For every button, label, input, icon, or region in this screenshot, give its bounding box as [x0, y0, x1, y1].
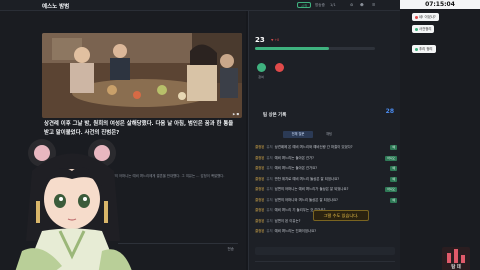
- tab-all-questions[interactable]: 전체 질문: [283, 131, 313, 138]
- question-count: 28: [385, 108, 394, 115]
- chat-username[interactable]: 결정된: [255, 208, 264, 212]
- chat-row: 결정된 유저 예비 며느리는 진짜이었나요?: [255, 226, 397, 237]
- participate-button[interactable]: [257, 63, 266, 72]
- progress-bar: [255, 47, 375, 50]
- chat-row: 결정된 유저 상견례에 온 예비 며느리와 예비신랑 간 마찰이 있었다? 예: [255, 142, 397, 153]
- answer-badge: 아니오: [385, 155, 397, 161]
- chat-username[interactable]: 결정된: [255, 177, 264, 181]
- chat-tag: 유저: [266, 166, 273, 170]
- logo-icon: [447, 249, 465, 263]
- chat-row: 결정된 유저 예비 며느리는 돌아온 건가요? 예: [255, 163, 397, 174]
- side-bubble-1[interactable]: 네! 이었나?: [412, 13, 439, 21]
- chat-tag: 유저: [266, 208, 273, 212]
- main-content: ▶ ◼ 상견례 이후 그날 밤, 원희의 여성은 살해당했다. 다음 날 아침,…: [0, 11, 246, 270]
- status-dot-icon: [415, 27, 418, 31]
- user-icon[interactable]: ☻: [360, 3, 364, 7]
- vtuber-avatar: [2, 131, 152, 270]
- chat-row: 결정된 유저 반찬 위치로 예비 며느리 돌상은 잘 되었나요? 예: [255, 174, 397, 185]
- answer-badge: 예: [390, 145, 397, 150]
- channel-logo: 탐 데: [442, 247, 470, 270]
- chat-message: 반찬 위치로 예비 며느리 돌상은 잘 되었나요?: [274, 176, 340, 181]
- status-dot-icon: [415, 15, 418, 19]
- settings-icon[interactable]: ⚙: [350, 3, 353, 7]
- chat-username[interactable]: 결정된: [255, 219, 264, 223]
- chat-username[interactable]: 결정된: [255, 145, 264, 149]
- chat-message: 예비 며느리는 진짜이었나요?: [274, 229, 316, 233]
- answer-badge: 아니오: [385, 187, 397, 192]
- side-bubble-2[interactable]: 사건정리: [412, 25, 435, 33]
- side-bubble-3[interactable]: 추리 정리: [412, 45, 436, 53]
- menu-icon[interactable]: ☰: [372, 3, 375, 7]
- chat-tag: 유저: [266, 176, 273, 181]
- chat-tag: 유저: [266, 218, 273, 223]
- chat-username[interactable]: 결정된: [255, 166, 264, 170]
- header-status: 방송중: [315, 3, 325, 7]
- chat-message: 예비 며느리는 돌아온 건가요?: [274, 166, 318, 170]
- record-icon[interactable]: [275, 63, 284, 72]
- logo-text: 탐 데: [451, 265, 461, 270]
- side-panel: 네! 이었나? 사건정리 추리 정리 탐 데: [400, 9, 480, 270]
- score-change: ▼ +8: [271, 38, 280, 42]
- answer-badge: 예: [390, 176, 397, 182]
- panel-tabs: 전체 질문 채팅: [255, 131, 395, 138]
- scene-image: ▶ ◼: [42, 33, 242, 118]
- chat-tag: 유저: [266, 187, 273, 191]
- scene-illustration: [42, 33, 242, 118]
- chat-row: 결정된 유저 예비 며느리는 돌아온 건가? 아니오: [255, 153, 397, 164]
- panel-title: 팀 상본 기록: [263, 113, 287, 118]
- chat-message: 남편이 된 이유는?: [274, 218, 301, 223]
- chat-message: 남편의 어머니는 예비 며느리가 돌상은 잘 되었나요?: [274, 187, 349, 191]
- answer-badge: 예: [390, 166, 397, 171]
- chat-tag: 유저: [266, 145, 273, 149]
- chat-username[interactable]: 결정된: [255, 187, 264, 191]
- tab-chat[interactable]: 채팅: [317, 131, 341, 138]
- header-count: 1/1: [330, 3, 336, 7]
- chat-message: 남편의 어머니와 며느리 돌상은 잘 되었나요?: [274, 197, 338, 202]
- chat-input[interactable]: [255, 247, 395, 255]
- chat-row: 결정된 유저 남편의 어머니는 예비 며느리가 돌상은 잘 되었나요? 아니오: [255, 184, 397, 195]
- chat-footer: [255, 261, 395, 269]
- answer-badge: 예: [390, 197, 397, 203]
- progress-fill: [255, 47, 330, 50]
- chat-list: 결정된 유저 상견례에 온 예비 며느리와 예비신랑 간 마찰이 있었다? 예 결정된 유…: [255, 142, 397, 237]
- chat-message: 예비 며느리는 돌아온 건가?: [274, 155, 314, 160]
- answer-popup: 그럴 수도 있습니다.: [313, 210, 369, 221]
- chat-username[interactable]: 결정된: [255, 198, 264, 202]
- participate-label: 참여: [258, 75, 264, 79]
- chat-message: 상견례에 온 예비 며느리와 예비신랑 간 마찰이 있었다?: [274, 145, 353, 149]
- chat-tag: 유저: [266, 155, 273, 160]
- chat-tag: 유저: [266, 229, 273, 233]
- app-title: 예스노 밤범: [42, 4, 70, 10]
- score-value: 23: [255, 36, 265, 44]
- chat-row: 결정된 유저 남편의 어머니와 며느리 돌상은 잘 되었나요? 예: [255, 195, 397, 206]
- chat-username[interactable]: 결정된: [255, 229, 264, 233]
- timer: 07:15:04: [400, 0, 480, 9]
- status-dot-icon: [415, 47, 418, 51]
- avatar-illustration: [15, 139, 132, 270]
- send-button[interactable]: 전송: [227, 247, 234, 252]
- game-panel: 23 ▼ +8 참여 팀 상본 기록 28 전체 질문 채팅 결정된 유저 상견례에…: [248, 11, 400, 270]
- status-badge: 시작: [297, 2, 312, 8]
- video-controls[interactable]: ▶ ◼: [233, 112, 239, 116]
- chat-tag: 유저: [266, 197, 273, 202]
- chat-username[interactable]: 결정된: [255, 156, 264, 160]
